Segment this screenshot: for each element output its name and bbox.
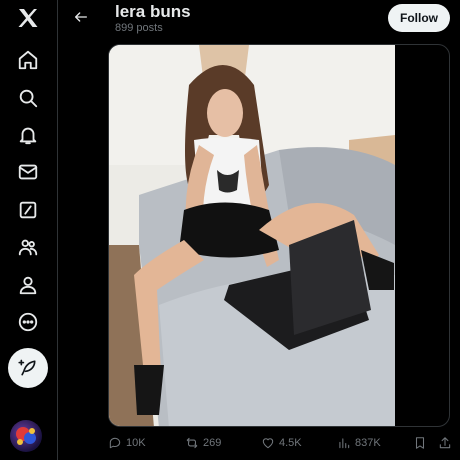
repost-button[interactable]: 269: [185, 432, 221, 454]
reply-count: 10K: [126, 437, 146, 449]
arrow-left-icon: [75, 12, 87, 22]
like-button[interactable]: 4.5K: [261, 432, 302, 454]
repost-count: 269: [203, 437, 222, 449]
follow-button[interactable]: Follow: [388, 4, 450, 32]
compose-post-button[interactable]: [8, 348, 48, 388]
views-icon: [339, 438, 350, 449]
communities-icon[interactable]: [14, 233, 42, 261]
sidebar: [0, 0, 58, 460]
profile-icon[interactable]: [14, 271, 42, 299]
feather-plus-icon: [18, 359, 36, 376]
share-icon: [439, 437, 451, 449]
views-count: 837K: [355, 437, 381, 449]
search-icon[interactable]: [14, 84, 42, 112]
post-photo[interactable]: [109, 45, 395, 426]
views-button[interactable]: 837K: [337, 432, 381, 454]
reply-button[interactable]: 10K: [108, 432, 146, 454]
bookmark-button[interactable]: [413, 432, 427, 454]
back-button[interactable]: [70, 6, 92, 28]
messages-icon[interactable]: [14, 158, 42, 186]
post-actions: 10K 269 4.5K 837K: [108, 432, 458, 454]
notifications-icon[interactable]: [14, 121, 42, 149]
account-avatar[interactable]: [10, 420, 42, 452]
grok-icon[interactable]: [14, 196, 42, 224]
reply-icon: [109, 437, 121, 449]
share-button[interactable]: [438, 432, 452, 454]
heart-icon: [262, 438, 274, 449]
media-card[interactable]: [108, 44, 450, 427]
more-icon[interactable]: [14, 308, 42, 336]
post-count: 899 posts: [115, 22, 163, 34]
profile-name: lera buns: [115, 2, 191, 21]
home-icon[interactable]: [14, 46, 42, 74]
bookmark-icon: [415, 437, 425, 449]
repost-icon: [186, 437, 198, 449]
like-count: 4.5K: [279, 437, 302, 449]
x-logo-icon[interactable]: [14, 4, 42, 32]
